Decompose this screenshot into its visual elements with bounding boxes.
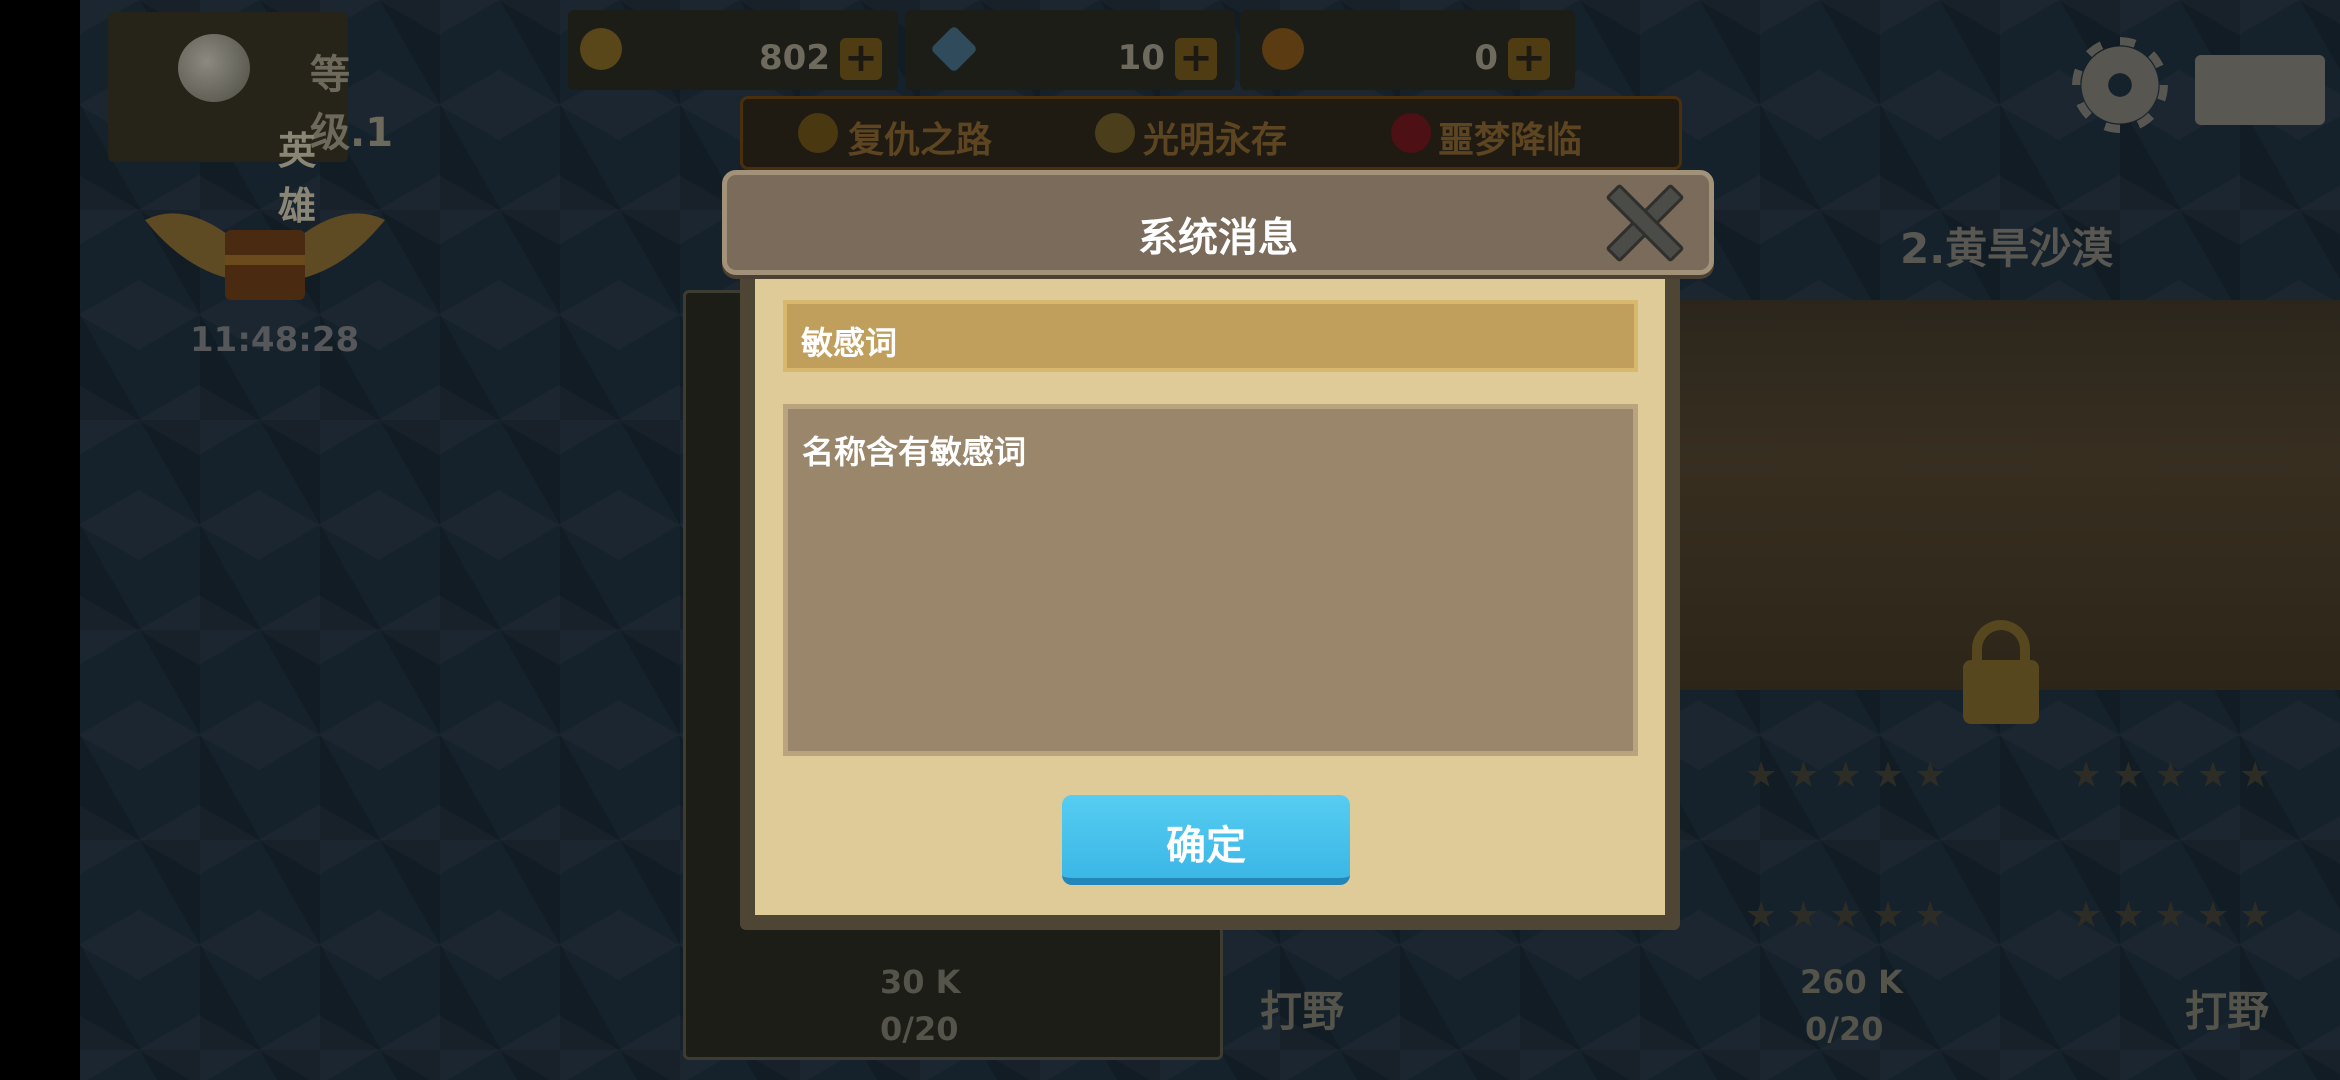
dialog-header: 系统消息 bbox=[722, 170, 1714, 275]
message-text: 名称含有敏感词 bbox=[802, 433, 1027, 471]
dialog-title: 系统消息 bbox=[1138, 215, 1298, 261]
message-subject-bar: 敏感词 bbox=[783, 300, 1638, 372]
message-content-box: 名称含有敏感词 bbox=[783, 404, 1638, 756]
close-icon[interactable] bbox=[1603, 183, 1677, 257]
confirm-label: 确定 bbox=[1166, 823, 1246, 869]
message-subject: 敏感词 bbox=[801, 324, 898, 362]
modal-overlay: 系统消息 敏感词 名称含有敏感词 确定 bbox=[0, 0, 2340, 1080]
confirm-button[interactable]: 确定 bbox=[1062, 795, 1350, 885]
